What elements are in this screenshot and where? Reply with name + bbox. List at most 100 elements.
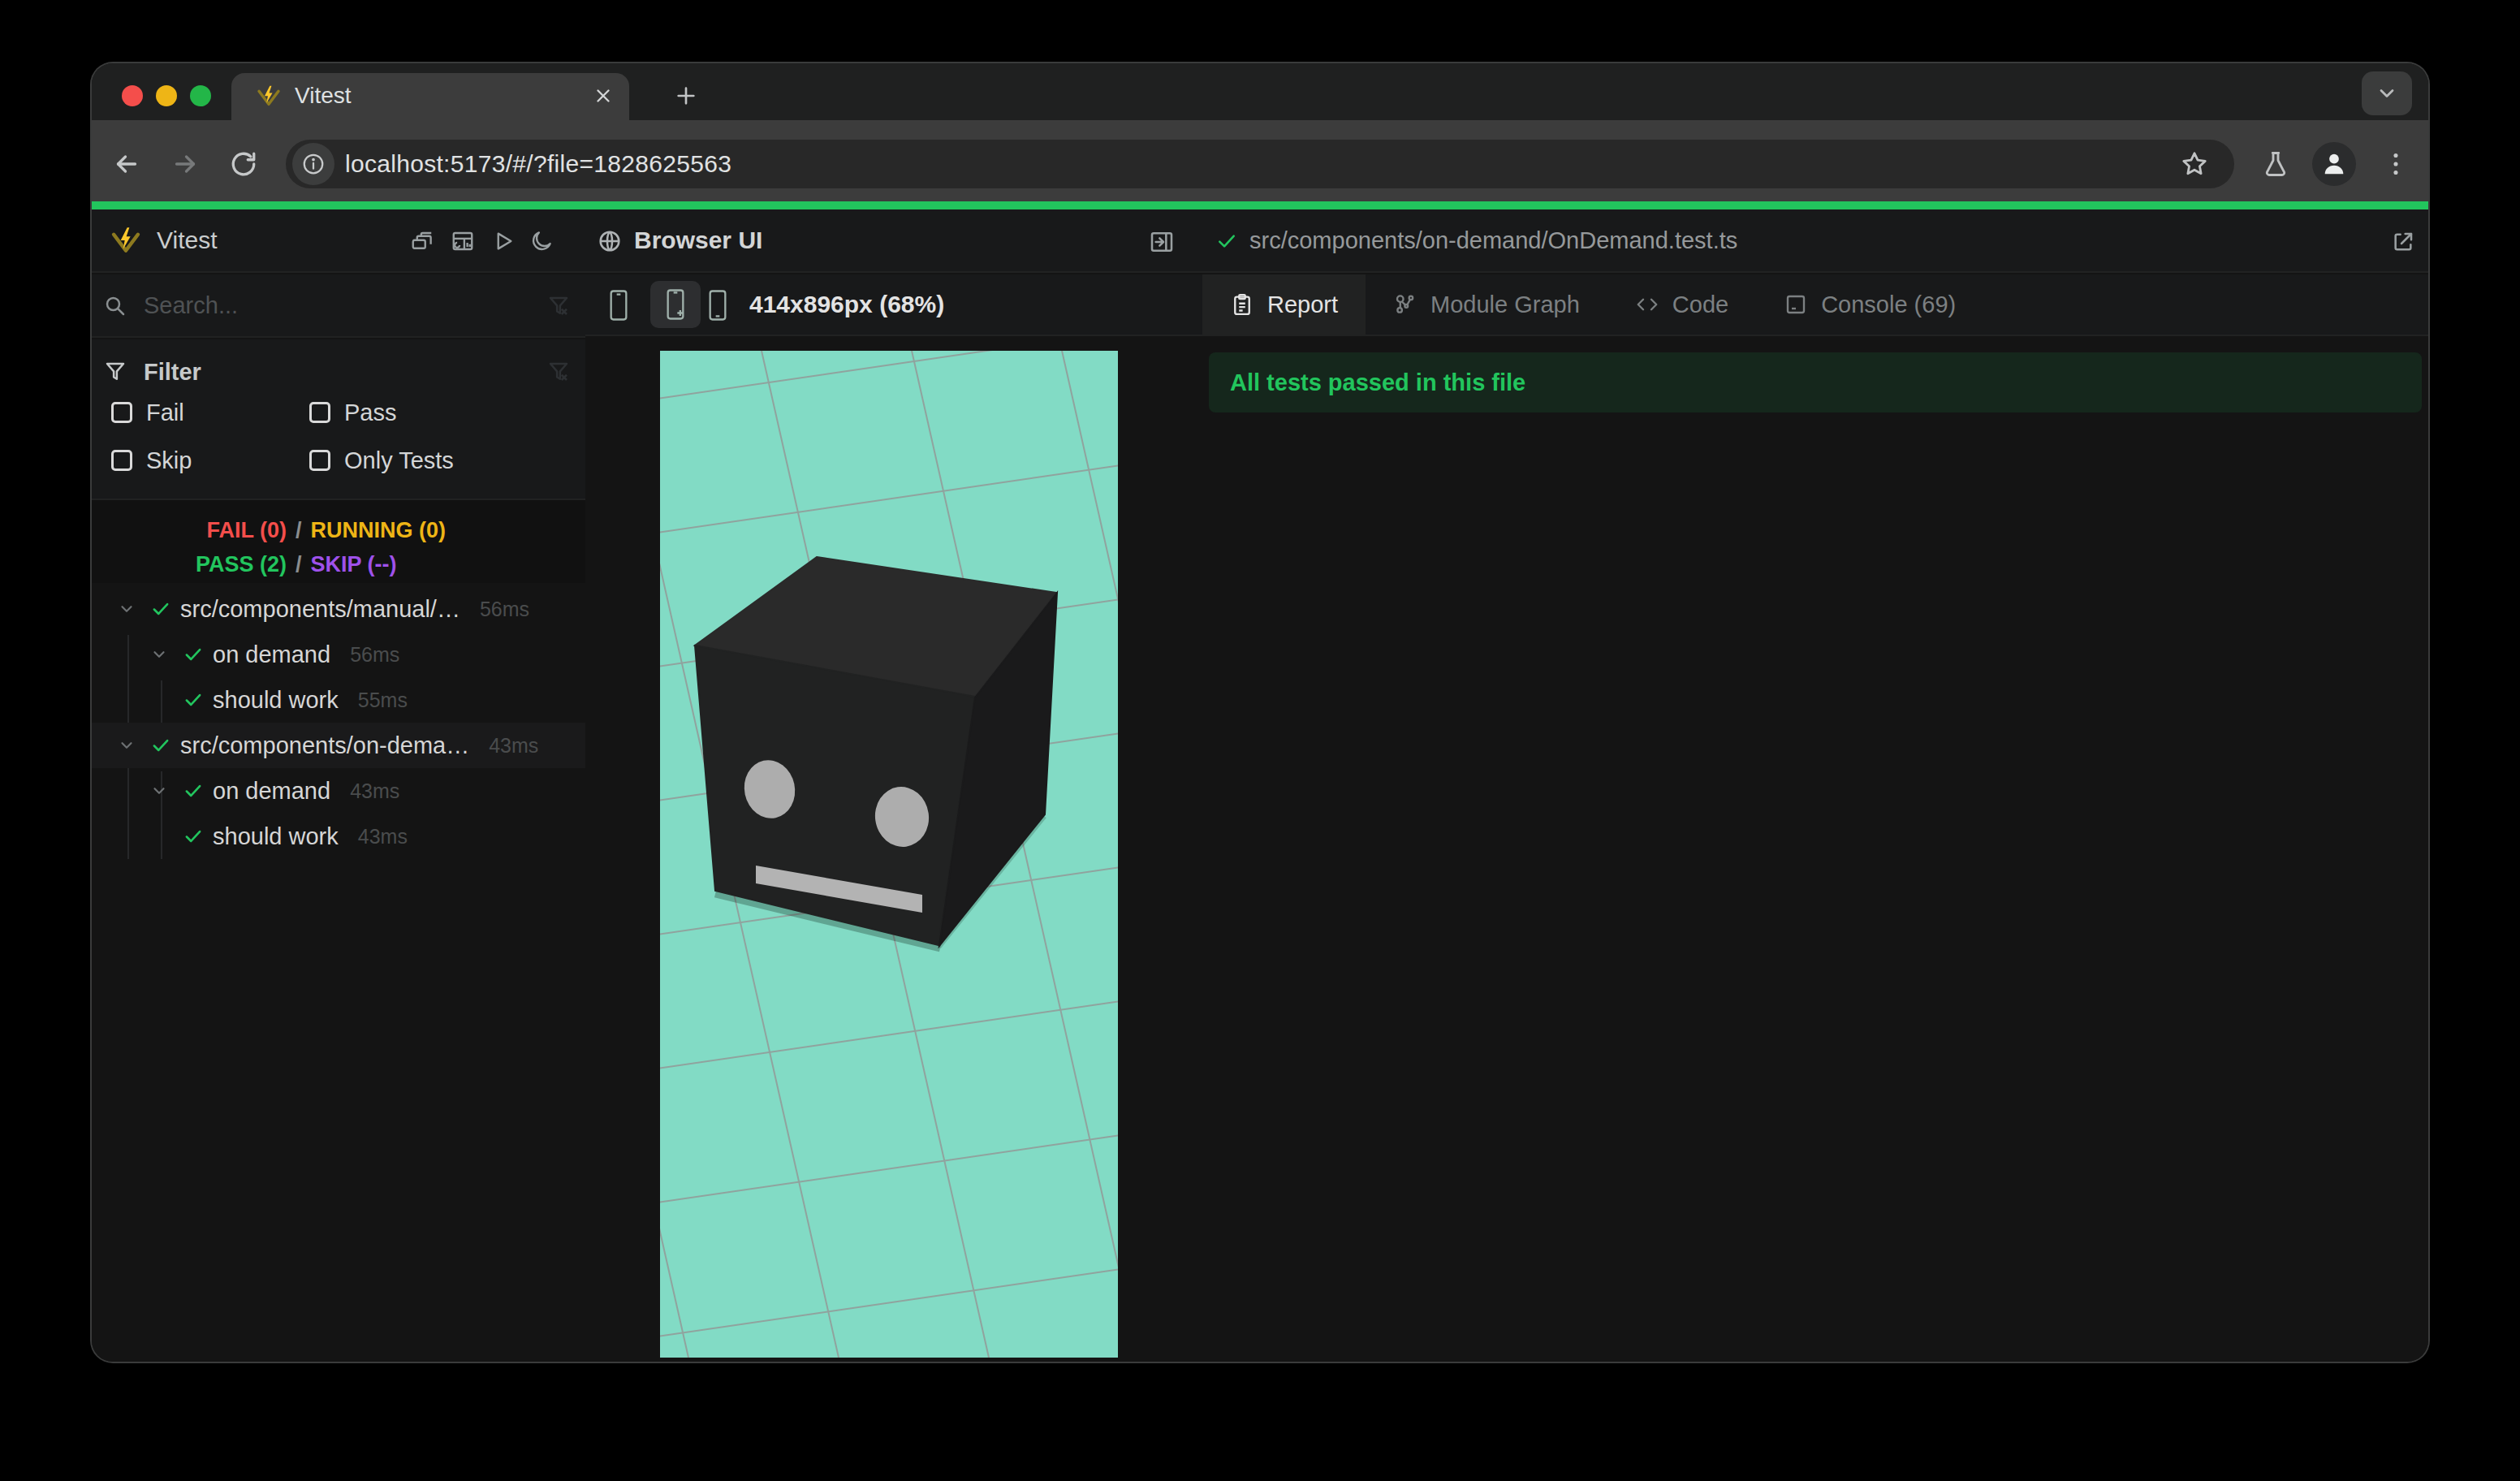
menu-kebab-icon[interactable] <box>2381 149 2410 179</box>
pass-check-icon <box>1215 230 1238 253</box>
sidebar: Vitest Search... Filter Fail <box>92 209 585 1362</box>
vitest-app: Vitest Search... Filter Fail <box>92 209 2428 1362</box>
dark-mode-moon-icon[interactable] <box>529 229 554 253</box>
test-status-summary: FAIL (0) / RUNNING (0) PASS (2) / SKIP (… <box>92 500 585 583</box>
chevron-down-icon[interactable] <box>118 600 136 618</box>
checkbox-fail[interactable] <box>111 402 132 423</box>
checkbox-only-tests[interactable] <box>309 450 330 471</box>
tab-close-icon[interactable] <box>593 85 614 106</box>
test-tree: src/components/manual/…56ms on demand56m… <box>92 583 585 1070</box>
browser-tab[interactable]: Vitest <box>231 73 629 120</box>
vitest-favicon <box>256 84 282 110</box>
pass-count: PASS (2) <box>92 552 287 577</box>
filter-funnel-icon <box>103 360 127 384</box>
device-toolbar: 414x896px (68%) <box>585 274 1202 336</box>
filter-option-only-tests[interactable]: Only Tests <box>309 443 454 478</box>
chevron-down-icon[interactable] <box>150 782 168 800</box>
pass-check-icon <box>183 780 204 801</box>
tab-strip: Vitest <box>92 63 2428 120</box>
pass-check-icon <box>183 826 204 847</box>
profile-avatar[interactable] <box>2312 142 2356 186</box>
person-icon <box>2321 149 2347 177</box>
preview-header: Browser UI <box>585 209 1202 273</box>
module-graph-icon <box>1393 292 1418 317</box>
tab-code[interactable]: Code <box>1607 274 1756 335</box>
tree-row-test[interactable]: should work43ms <box>92 814 585 859</box>
info-icon <box>301 152 326 176</box>
sidebar-header: Vitest <box>92 209 585 273</box>
clear-filter-icon[interactable] <box>546 294 571 318</box>
filter-panel: Filter Fail Pass Skip Only Tests <box>92 339 585 500</box>
filter-option-pass[interactable]: Pass <box>309 395 396 430</box>
dashboard-icon[interactable] <box>451 229 475 253</box>
browser-preview-panel: Browser UI 414x896px (68%) <box>585 209 1202 1362</box>
pass-check-icon <box>150 598 171 620</box>
tree-row-file-manual[interactable]: src/components/manual/…56ms <box>92 586 585 632</box>
open-panel-icon[interactable] <box>1149 229 1175 255</box>
minimize-window-button[interactable] <box>156 85 177 106</box>
tree-row-file-on-demand[interactable]: src/components/on-dema…43ms <box>92 723 585 768</box>
results-panel: src/components/on-demand/OnDemand.test.t… <box>1202 209 2428 1362</box>
tab-title: Vitest <box>295 73 352 119</box>
tab-console[interactable]: Console (69) <box>1756 274 1983 335</box>
url-text[interactable]: localhost:5173/#/?file=1828625563 <box>345 140 731 188</box>
search-row[interactable]: Search... <box>92 274 585 338</box>
report-icon <box>1230 292 1254 317</box>
search-icon <box>103 294 127 318</box>
device-phone-icon[interactable] <box>607 289 630 322</box>
search-input[interactable]: Search... <box>144 274 238 336</box>
browser-window: Vitest localhost:5173/#/?file=1828625563 <box>92 63 2428 1362</box>
new-tab-button[interactable] <box>673 83 699 109</box>
site-info-chip[interactable] <box>292 143 334 185</box>
vitest-logo <box>110 225 142 257</box>
bookmark-star-icon[interactable] <box>2180 149 2209 179</box>
app-title: Vitest <box>157 209 218 271</box>
filter-title: Filter <box>144 348 201 396</box>
back-button[interactable] <box>112 149 141 179</box>
open-external-icon[interactable] <box>2390 229 2416 255</box>
zoom-window-button[interactable] <box>190 85 211 106</box>
filter-option-skip[interactable]: Skip <box>111 443 192 478</box>
tab-search-button[interactable] <box>2362 71 2412 115</box>
console-icon <box>1784 292 1808 317</box>
close-window-button[interactable] <box>122 85 143 106</box>
chevron-down-icon[interactable] <box>150 646 168 663</box>
results-tabs: Report Module Graph Code Console (69) <box>1202 274 2428 336</box>
device-phone-plus-icon <box>664 288 687 321</box>
tree-row-test[interactable]: should work55ms <box>92 677 585 723</box>
experiments-flask-icon[interactable] <box>2261 149 2290 179</box>
chevron-down-icon[interactable] <box>118 736 136 754</box>
all-tests-passed-banner: All tests passed in this file <box>1209 352 2422 412</box>
pass-check-icon <box>183 644 204 665</box>
skip-count: SKIP (--) <box>311 552 397 577</box>
checkbox-pass[interactable] <box>309 402 330 423</box>
tree-row-suite[interactable]: on demand43ms <box>92 768 585 814</box>
pass-check-icon <box>150 735 171 756</box>
checkbox-skip[interactable] <box>111 450 132 471</box>
reload-button[interactable] <box>229 149 258 179</box>
filter-option-fail[interactable]: Fail <box>111 395 184 430</box>
running-count: RUNNING (0) <box>311 518 447 543</box>
device-tablet-icon[interactable] <box>706 289 729 322</box>
globe-icon <box>597 228 623 254</box>
run-all-icon[interactable] <box>491 229 516 253</box>
tab-report[interactable]: Report <box>1202 274 1366 335</box>
test-file-path: src/components/on-demand/OnDemand.test.t… <box>1249 209 1737 271</box>
pass-check-icon <box>183 689 204 710</box>
chevron-down-icon <box>2375 84 2398 103</box>
fail-count: FAIL (0) <box>92 518 287 543</box>
device-phone-active-button[interactable] <box>650 281 701 328</box>
preview-title: Browser UI <box>634 209 762 271</box>
clear-filter-icon[interactable] <box>546 360 571 384</box>
collapse-panels-icon[interactable] <box>410 229 434 253</box>
vitest-progress-bar <box>92 201 2428 209</box>
code-icon <box>1635 292 1659 317</box>
forward-button[interactable] <box>170 149 200 179</box>
device-viewport <box>660 351 1118 1358</box>
browser-toolbar: localhost:5173/#/?file=1828625563 <box>92 120 2428 201</box>
tree-row-suite[interactable]: on demand56ms <box>92 632 585 677</box>
tab-module-graph[interactable]: Module Graph <box>1366 274 1607 335</box>
viewport-size-label: 414x896px (68%) <box>749 274 944 335</box>
address-bar[interactable]: localhost:5173/#/?file=1828625563 <box>286 140 2234 188</box>
results-header: src/components/on-demand/OnDemand.test.t… <box>1202 209 2428 273</box>
